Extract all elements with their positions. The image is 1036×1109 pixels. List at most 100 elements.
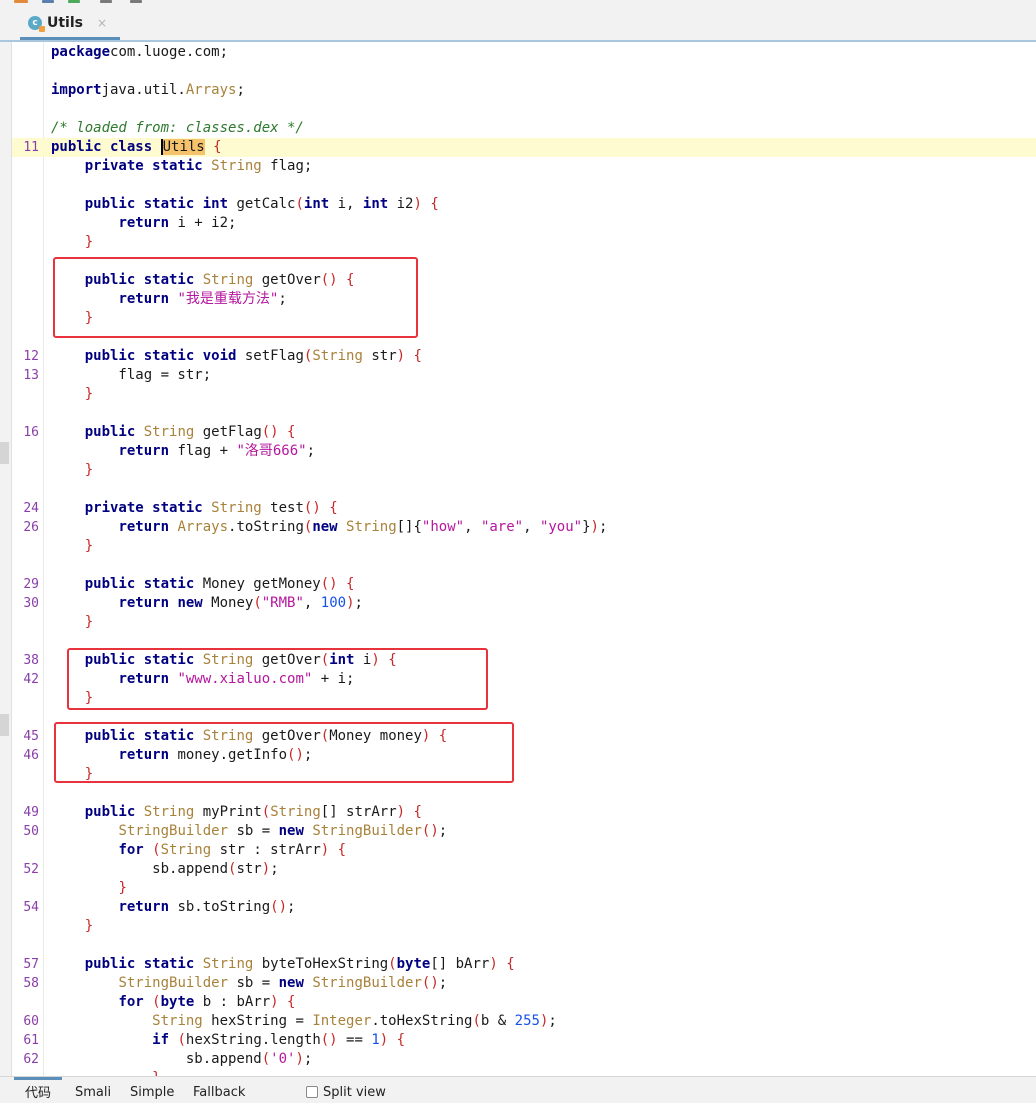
code-line[interactable] bbox=[12, 62, 1036, 81]
code-line[interactable]: } bbox=[12, 385, 1036, 404]
code-token: , bbox=[523, 519, 540, 535]
code-line[interactable]: } bbox=[12, 917, 1036, 936]
code-line[interactable] bbox=[12, 404, 1036, 423]
code-line[interactable]: 54 return sb.toString(); bbox=[12, 898, 1036, 917]
code-line[interactable]: 57 public static String byteToHexString(… bbox=[12, 955, 1036, 974]
code-line[interactable]: 60 String hexString = Integer.toHexStrin… bbox=[12, 1012, 1036, 1031]
code-line[interactable]: 16 public String getFlag() { bbox=[12, 423, 1036, 442]
code-line[interactable]: 13 flag = str; bbox=[12, 366, 1036, 385]
tab-smali[interactable]: Smali bbox=[75, 1077, 111, 1103]
code-token: ) bbox=[261, 861, 271, 877]
code-line[interactable] bbox=[12, 556, 1036, 575]
code-token: .toHexString bbox=[371, 1013, 473, 1029]
code-line[interactable]: } bbox=[12, 879, 1036, 898]
code-line[interactable]: private static String flag; bbox=[12, 157, 1036, 176]
code-line[interactable] bbox=[12, 480, 1036, 499]
side-handle[interactable] bbox=[0, 442, 9, 464]
code-token: public bbox=[84, 424, 144, 440]
code-token: ) bbox=[270, 994, 279, 1010]
split-view-checkbox[interactable] bbox=[306, 1086, 318, 1098]
code-text: StringBuilder sb = new StringBuilder(); bbox=[51, 974, 447, 993]
code-line[interactable]: 24 private static String test() { bbox=[12, 499, 1036, 518]
toolbar-icon[interactable] bbox=[42, 0, 54, 3]
code-token: ) bbox=[379, 1032, 389, 1048]
side-handle[interactable] bbox=[0, 714, 9, 736]
code-token: 100 bbox=[320, 595, 347, 611]
code-line[interactable]: importjava.util.Arrays; bbox=[12, 81, 1036, 100]
code-token: () bbox=[421, 975, 439, 991]
code-line[interactable]: } bbox=[12, 233, 1036, 252]
code-token: ) bbox=[346, 595, 355, 611]
code-token: { bbox=[346, 576, 355, 592]
split-view-label: Split view bbox=[323, 1085, 386, 1100]
code-token: hexString = bbox=[202, 1013, 313, 1029]
code-token: } bbox=[118, 880, 127, 896]
code-line[interactable]: for (byte b : bArr) { bbox=[12, 993, 1036, 1012]
toolbar-icon[interactable] bbox=[14, 0, 28, 3]
code-text: for (String str : strArr) { bbox=[51, 841, 346, 860]
code-line[interactable] bbox=[12, 100, 1036, 119]
code-line[interactable]: 11 public class Utils { bbox=[12, 138, 1036, 157]
tab-simple[interactable]: Simple bbox=[130, 1077, 174, 1103]
code-line[interactable] bbox=[12, 784, 1036, 803]
bottom-view-tabs: 代码 Smali Simple Fallback Split view bbox=[0, 1076, 1036, 1103]
code-line[interactable]: 58 StringBuilder sb = new StringBuilder(… bbox=[12, 974, 1036, 993]
code-token: flag + bbox=[169, 443, 237, 459]
code-line[interactable]: 61 if (hexString.length() == 1) { bbox=[12, 1031, 1036, 1050]
code-line[interactable]: return i + i2; bbox=[12, 214, 1036, 233]
tab-code[interactable]: 代码 bbox=[14, 1077, 62, 1106]
code-text: return sb.toString(); bbox=[51, 898, 295, 917]
code-line[interactable]: public static int getCalc(int i, int i2)… bbox=[12, 195, 1036, 214]
code-line[interactable]: } bbox=[12, 537, 1036, 556]
code-line[interactable]: } bbox=[12, 613, 1036, 632]
code-token: } bbox=[84, 918, 94, 934]
code-line[interactable]: return flag + "洛哥666"; bbox=[12, 442, 1036, 461]
code-line[interactable]: 12 public static void setFlag(String str… bbox=[12, 347, 1036, 366]
code-line[interactable]: 50 StringBuilder sb = new StringBuilder(… bbox=[12, 822, 1036, 841]
code-line[interactable]: } bbox=[12, 1069, 1036, 1076]
code-token: () bbox=[320, 1032, 338, 1048]
code-token: if bbox=[152, 1032, 178, 1048]
toolbar-icon[interactable] bbox=[68, 0, 80, 3]
code-line[interactable]: 26 return Arrays.toString(new String[]{"… bbox=[12, 518, 1036, 537]
code-token: ; bbox=[598, 519, 608, 535]
tab-utils[interactable]: c Utils × bbox=[20, 8, 120, 40]
tab-fallback[interactable]: Fallback bbox=[193, 1077, 245, 1103]
code-text: } bbox=[51, 537, 93, 556]
code-line[interactable]: } bbox=[12, 461, 1036, 480]
code-line[interactable]: 62 sb.append('0'); bbox=[12, 1050, 1036, 1069]
code-line[interactable] bbox=[12, 936, 1036, 955]
close-icon[interactable]: × bbox=[97, 16, 107, 30]
line-number: 13 bbox=[23, 368, 39, 383]
code-token: { bbox=[337, 842, 347, 858]
toolbar-icon[interactable] bbox=[130, 0, 142, 3]
class-icon: c bbox=[28, 15, 45, 32]
code-line[interactable]: 29 public static Money getMoney() { bbox=[12, 575, 1036, 594]
code-text: for (byte b : bArr) { bbox=[51, 993, 295, 1012]
code-line[interactable]: packagecom.luoge.com; bbox=[12, 43, 1036, 62]
code-token: { bbox=[329, 500, 338, 516]
code-token: () bbox=[261, 424, 279, 440]
code-token: str bbox=[236, 861, 262, 877]
code-editor[interactable]: packagecom.luoge.com; importjava.util.Arr… bbox=[12, 42, 1036, 1076]
code-line[interactable]: 52 sb.append(str); bbox=[12, 860, 1036, 879]
code-text: return i + i2; bbox=[51, 214, 236, 233]
code-line[interactable]: /* loaded from: classes.dex */ bbox=[12, 119, 1036, 138]
code-line[interactable] bbox=[12, 176, 1036, 195]
code-text: /* loaded from: classes.dex */ bbox=[51, 119, 304, 138]
code-text: } bbox=[51, 461, 93, 480]
code-text: sb.append('0'); bbox=[51, 1050, 312, 1069]
toolbar-icon[interactable] bbox=[100, 0, 112, 3]
code-line[interactable]: for (String str : strArr) { bbox=[12, 841, 1036, 860]
code-token: return bbox=[118, 443, 170, 459]
code-line[interactable]: 30 return new Money("RMB", 100); bbox=[12, 594, 1036, 613]
code-token: { bbox=[287, 424, 296, 440]
code-token: StringBuilder bbox=[118, 823, 229, 839]
code-line[interactable]: 49 public String myPrint(String[] strArr… bbox=[12, 803, 1036, 822]
